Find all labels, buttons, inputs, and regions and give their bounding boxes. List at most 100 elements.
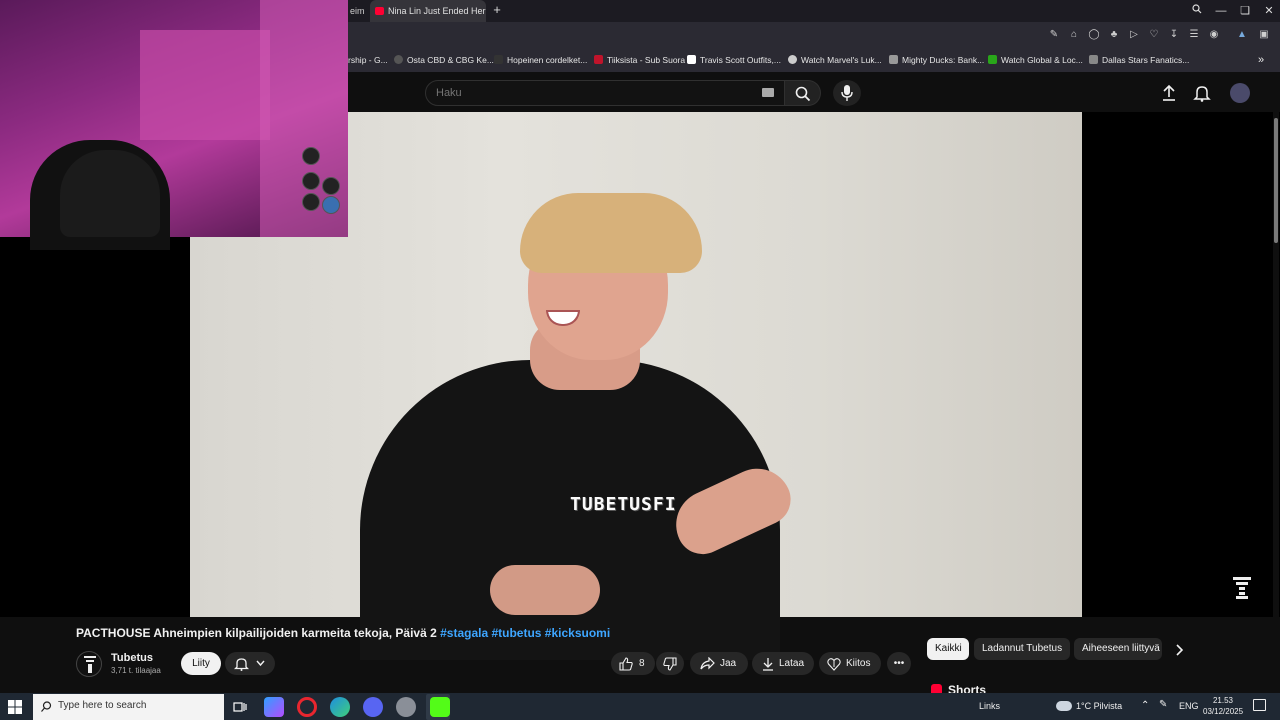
bell-icon bbox=[234, 658, 249, 671]
webcam-sticker-icon bbox=[302, 147, 320, 165]
w-icon bbox=[687, 55, 696, 64]
subscriber-count: 3,71 t. tilaajaa bbox=[111, 666, 161, 675]
upload-icon[interactable] bbox=[1160, 84, 1178, 102]
windows-start-icon[interactable] bbox=[8, 700, 22, 714]
play-icon[interactable]: ▷ bbox=[1127, 27, 1141, 43]
tray-weather[interactable]: 1°C Pilvista bbox=[1076, 701, 1122, 711]
tray-clock[interactable]: 21.53 03/12/2025 bbox=[1203, 695, 1243, 717]
bookmark-item[interactable]: Watch Global & Loc... bbox=[988, 48, 1083, 72]
tv-icon bbox=[594, 55, 603, 64]
download-icon[interactable]: ↧ bbox=[1167, 27, 1181, 43]
video-person-hair bbox=[520, 193, 702, 273]
heart-icon[interactable]: ♡ bbox=[1147, 27, 1161, 43]
scrollbar-thumb[interactable] bbox=[1274, 118, 1278, 243]
ai-assistant-icon[interactable]: ▲ bbox=[1235, 27, 1249, 43]
taskbar-search-placeholder: Type here to search bbox=[58, 700, 147, 711]
tray-overflow-chevron-icon[interactable]: ⌃ bbox=[1141, 700, 1149, 711]
bookmarks-overflow-icon[interactable]: » bbox=[1258, 48, 1264, 72]
browser-tab-previous[interactable]: eim bbox=[348, 0, 370, 22]
edge-app-icon[interactable] bbox=[330, 697, 350, 717]
chip-related[interactable]: Aiheeseen liittyvä bbox=[1074, 638, 1162, 660]
shield-icon[interactable]: ◯ bbox=[1087, 27, 1101, 43]
lock-icon[interactable]: ◉ bbox=[1207, 27, 1221, 43]
voice-search-button[interactable] bbox=[833, 80, 861, 106]
bookmark-item[interactable]: Mighty Ducks: Bank... bbox=[889, 48, 984, 72]
webcam-sticker-icon bbox=[322, 177, 340, 195]
new-tab-plus-icon[interactable]: + bbox=[490, 3, 504, 17]
bookmark-item[interactable]: Tiiksista - Sub Suora bbox=[594, 48, 685, 72]
more-actions-icon[interactable]: ••• bbox=[887, 652, 911, 675]
account-avatar[interactable] bbox=[1230, 83, 1250, 103]
browser-tab-active[interactable]: Nina Lin Just Ended Her C bbox=[370, 0, 486, 22]
chips-next-chevron-icon[interactable] bbox=[1172, 643, 1186, 657]
kt-icon bbox=[494, 55, 503, 64]
chip-all[interactable]: Kaikki bbox=[927, 638, 969, 660]
globe-icon bbox=[394, 55, 403, 64]
bookmark-item[interactable]: Osta CBD & CBG Ke... bbox=[394, 48, 494, 72]
search-input[interactable] bbox=[436, 81, 736, 105]
video-person-hand-holding bbox=[490, 565, 600, 615]
subscription-bell-button[interactable] bbox=[225, 652, 275, 675]
home-icon[interactable]: ⌂ bbox=[1067, 27, 1081, 43]
notification-center-icon[interactable] bbox=[1253, 699, 1266, 711]
channel-name[interactable]: Tubetus bbox=[111, 652, 153, 664]
cloud-weather-icon bbox=[1056, 701, 1072, 711]
edit-icon[interactable]: ✎ bbox=[1047, 27, 1061, 43]
webcam-sticker-icon bbox=[322, 196, 340, 214]
opera-app-icon[interactable] bbox=[297, 697, 317, 717]
menu-icon[interactable]: ☰ bbox=[1187, 27, 1201, 43]
download-arrow-icon bbox=[763, 658, 773, 671]
keyboard-icon[interactable] bbox=[762, 88, 774, 97]
bookmark-item[interactable]: rship - G... bbox=[348, 48, 388, 72]
like-button[interactable]: 8 bbox=[611, 652, 655, 675]
copilot-app-icon[interactable] bbox=[264, 697, 284, 717]
share-button[interactable]: Jaa bbox=[690, 652, 748, 675]
tray-links[interactable]: Links bbox=[979, 701, 1000, 711]
webcam-sticker-icon bbox=[302, 172, 320, 190]
video-title: PACTHOUSE Ahneimpien kilpailijoiden karm… bbox=[76, 626, 611, 640]
webcam-sticker-icon bbox=[302, 193, 320, 211]
search-button[interactable] bbox=[785, 80, 821, 106]
tray-time: 21.53 bbox=[1212, 696, 1234, 705]
youtube-favicon-icon bbox=[375, 7, 384, 15]
minimize-icon[interactable]: — bbox=[1211, 2, 1231, 20]
join-button[interactable]: Liity bbox=[181, 652, 221, 675]
thumbs-up-icon bbox=[619, 657, 633, 671]
close-window-icon[interactable]: ✕ bbox=[1259, 2, 1279, 20]
extension-icon[interactable]: ♣ bbox=[1107, 27, 1121, 43]
search-box[interactable] bbox=[425, 80, 785, 106]
tray-date: 03/12/2025 bbox=[1203, 707, 1244, 716]
channel-watermark-icon[interactable] bbox=[1232, 576, 1252, 600]
thanks-button[interactable]: Kiitos bbox=[819, 652, 881, 675]
bookmark-item[interactable]: Hopeinen cordelket... bbox=[494, 48, 587, 72]
video-watermark: TUBETUSFI bbox=[570, 494, 677, 515]
bookmark-item[interactable]: Dallas Stars Fanatics... bbox=[1089, 48, 1189, 72]
tab-title: Nina Lin Just Ended Her C bbox=[388, 6, 486, 16]
bookmark-item[interactable]: Travis Scott Outfits,... bbox=[687, 48, 781, 72]
notifications-bell-icon[interactable] bbox=[1193, 84, 1211, 102]
browser-search-icon[interactable] bbox=[1187, 2, 1207, 20]
thanks-heart-dollar-icon bbox=[827, 658, 841, 671]
chevron-down-icon bbox=[256, 660, 265, 667]
kick-app-icon[interactable] bbox=[430, 697, 450, 717]
task-view-icon[interactable] bbox=[233, 700, 247, 714]
dislike-button[interactable] bbox=[656, 652, 684, 675]
search-icon bbox=[795, 86, 811, 102]
tray-language[interactable]: ENG bbox=[1179, 701, 1199, 711]
duck-icon bbox=[889, 55, 898, 64]
download-button[interactable]: Lataa bbox=[752, 652, 814, 675]
like-count: 8 bbox=[639, 658, 645, 669]
channel-avatar[interactable] bbox=[76, 651, 102, 677]
cube-icon[interactable]: ▣ bbox=[1257, 27, 1271, 43]
taskbar-search-icon bbox=[41, 701, 52, 712]
discord-app-icon[interactable] bbox=[363, 697, 383, 717]
spiral-icon bbox=[788, 55, 797, 64]
bookmark-item[interactable]: Watch Marvel's Luk... bbox=[788, 48, 882, 72]
pen-icon[interactable]: ✎ bbox=[1159, 699, 1167, 710]
app-icon[interactable] bbox=[396, 697, 416, 717]
restore-icon[interactable]: ❏ bbox=[1235, 2, 1255, 20]
chip-uploaded-by-channel[interactable]: Ladannut Tubetus bbox=[974, 638, 1070, 660]
video-hashtags[interactable]: #stagala #tubetus #kicksuomi bbox=[440, 626, 610, 640]
link-icon bbox=[1089, 55, 1098, 64]
frog-icon bbox=[988, 55, 997, 64]
